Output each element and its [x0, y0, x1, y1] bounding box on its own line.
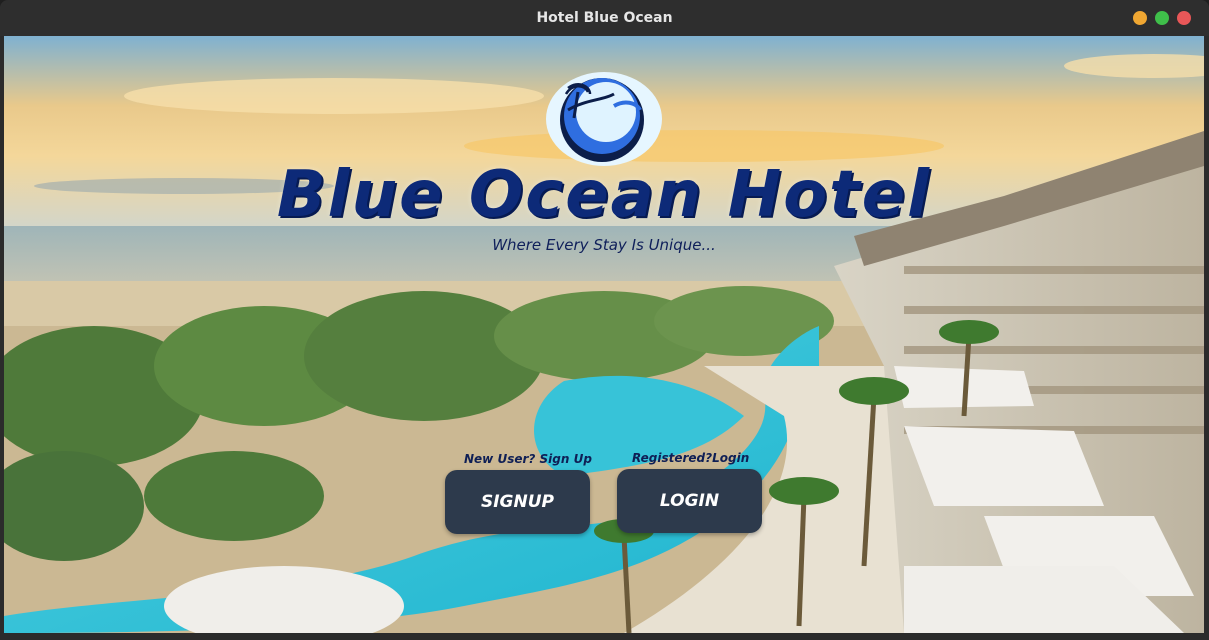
- hotel-brand-title: Blue Ocean Hotel: [276, 158, 932, 232]
- login-hint: Registered?Login: [632, 451, 750, 465]
- signup-hint: New User? Sign Up: [464, 452, 592, 466]
- close-button[interactable]: [1177, 11, 1191, 25]
- hotel-logo-icon: [546, 72, 662, 166]
- app-window: Hotel Blue Ocean Blue Ocean Hotel Where …: [0, 0, 1209, 640]
- window-title: Hotel Blue Ocean: [536, 10, 673, 26]
- maximize-button[interactable]: [1155, 11, 1169, 25]
- title-bar: Hotel Blue Ocean: [0, 0, 1209, 36]
- landing-page: Blue Ocean Hotel Where Every Stay Is Uni…: [4, 36, 1204, 633]
- minimize-button[interactable]: [1133, 11, 1147, 25]
- hotel-tagline: Where Every Stay Is Unique...: [492, 236, 716, 254]
- signup-button[interactable]: SIGNUP: [445, 470, 590, 534]
- login-button[interactable]: LOGIN: [617, 469, 762, 533]
